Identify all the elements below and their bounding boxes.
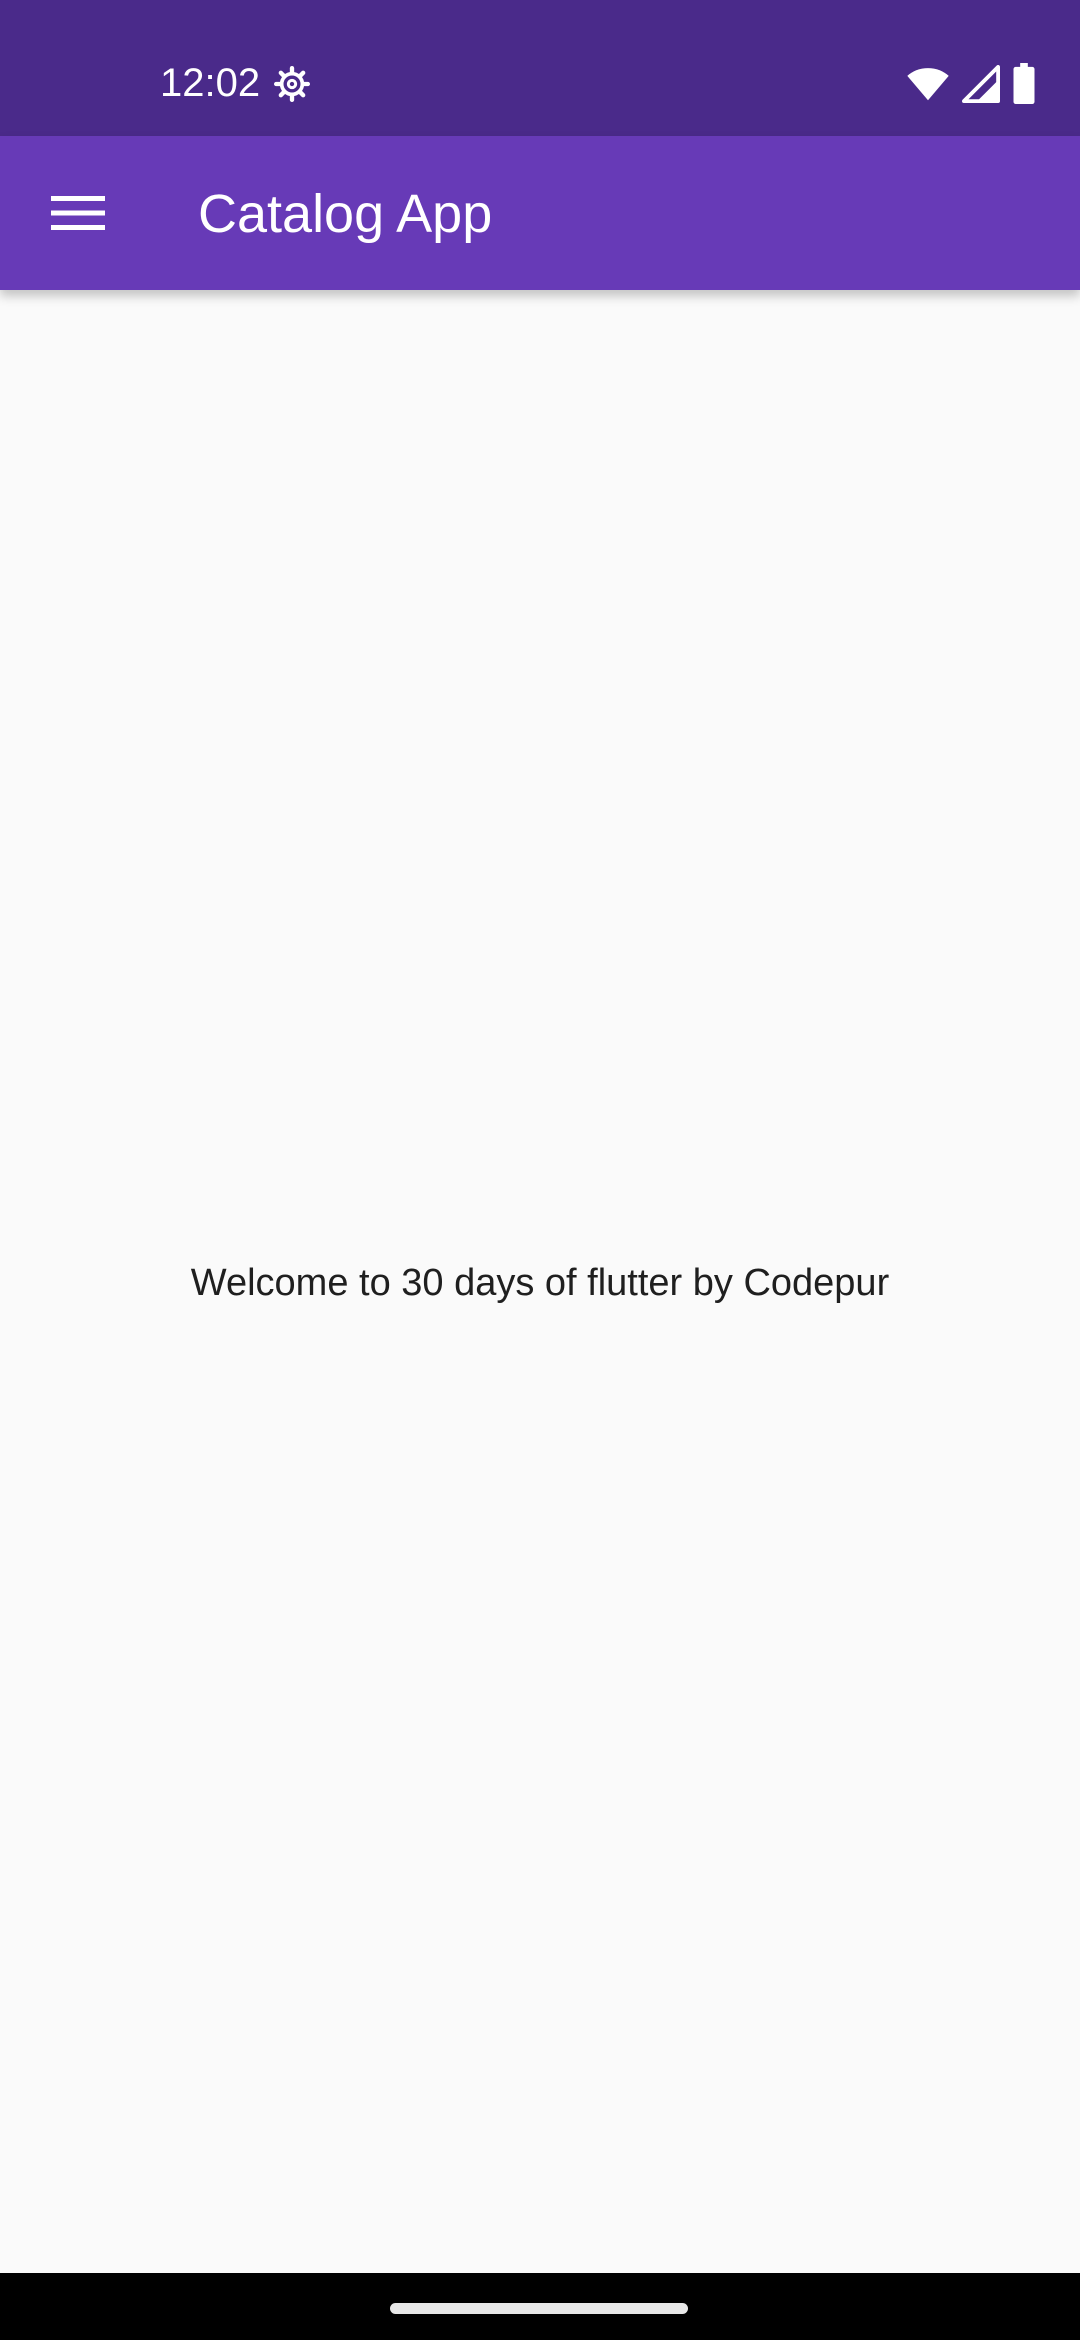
welcome-text: Welcome to 30 days of flutter by Codepur <box>190 1262 890 1304</box>
main-content: Welcome to 30 days of flutter by Codepur <box>0 290 1080 2273</box>
home-gesture-handle[interactable] <box>390 2303 688 2314</box>
app-title: Catalog App <box>198 184 493 244</box>
status-bar: 12:02 <box>0 0 1080 136</box>
navigation-bar <box>0 2273 1080 2340</box>
menu-icon <box>51 196 105 230</box>
battery-icon <box>1013 63 1035 105</box>
wifi-icon <box>907 68 949 101</box>
app-bar: Catalog App <box>0 136 1080 290</box>
app-screen: 12:02 Catalog App Welcome to 30 days of … <box>0 0 1080 2340</box>
status-time: 12:02 <box>160 61 261 105</box>
menu-button[interactable] <box>30 169 126 257</box>
status-icons <box>906 62 1036 106</box>
settings-gear-icon <box>274 66 310 103</box>
cellular-signal-icon <box>962 65 1000 103</box>
